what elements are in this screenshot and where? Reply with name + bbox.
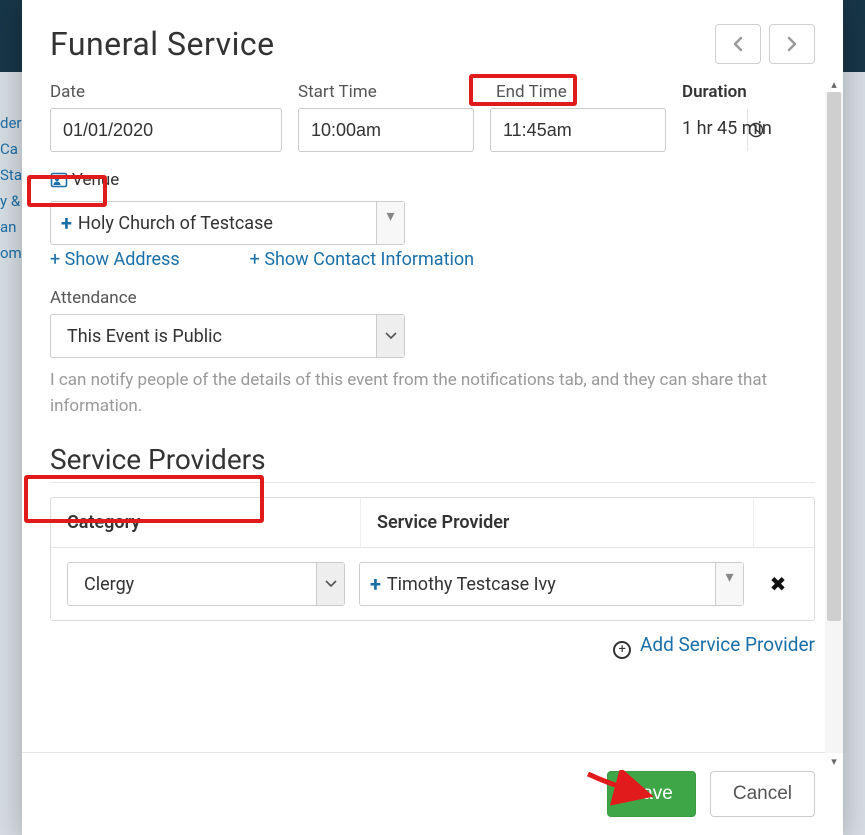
sp-provider-value: Timothy Testcase Ivy	[387, 574, 556, 595]
date-input[interactable]	[51, 109, 307, 151]
chevron-down-icon[interactable]	[376, 315, 404, 357]
nav-prev-button[interactable]	[715, 24, 761, 64]
venue-select[interactable]: + Holy Church of Testcase ▾	[50, 201, 405, 245]
plus-icon: +	[61, 211, 72, 235]
nav-next-button[interactable]	[769, 24, 815, 64]
attendance-label: Attendance	[50, 288, 405, 308]
modal-title: Funeral Service	[50, 25, 275, 63]
date-input-group[interactable]	[50, 108, 282, 152]
venue-label: Venue	[72, 170, 119, 190]
end-time-label: End Time	[490, 82, 666, 102]
venue-value: Holy Church of Testcase	[78, 213, 273, 234]
sp-category-select[interactable]: Clergy	[67, 562, 345, 606]
modal-footer: Save Cancel	[22, 752, 843, 835]
cancel-button[interactable]: Cancel	[710, 771, 815, 817]
sp-category-header: Category	[51, 498, 361, 547]
chevron-down-icon[interactable]: ▾	[376, 202, 404, 244]
table-row: Clergy + Timothy Testcase Ivy ▾ ✖	[51, 548, 814, 620]
duration-value: 1 hr 45 min	[682, 108, 815, 139]
show-contact-link[interactable]: + Show Contact Information	[250, 249, 474, 270]
chevron-left-icon	[732, 36, 744, 52]
venue-id-icon	[50, 171, 68, 189]
funeral-service-modal: Funeral Service Date	[22, 0, 843, 835]
sp-provider-select[interactable]: + Timothy Testcase Ivy ▾	[359, 562, 744, 606]
show-address-link[interactable]: + Show Address	[50, 249, 180, 270]
date-label: Date	[50, 82, 282, 102]
chevron-down-icon[interactable]	[316, 563, 344, 605]
start-time-input-group[interactable]	[298, 108, 474, 152]
plus-icon: +	[370, 572, 381, 596]
sp-provider-header: Service Provider	[361, 498, 754, 547]
modal-header: Funeral Service	[22, 0, 843, 72]
service-providers-heading: Service Providers	[50, 443, 815, 483]
sp-category-value: Clergy	[68, 563, 316, 605]
attendance-select[interactable]: This Event is Public	[50, 314, 405, 358]
chevron-right-icon	[786, 36, 798, 52]
chevron-down-icon[interactable]: ▾	[715, 563, 743, 605]
duration-label: Duration	[682, 82, 815, 102]
service-providers-table: Category Service Provider Clergy + Timoth…	[50, 497, 815, 621]
background-sidebar-fragment: der Ca Sta y & an om	[0, 110, 22, 310]
start-time-label: Start Time	[298, 82, 474, 102]
end-time-input-group[interactable]	[490, 108, 666, 152]
modal-body[interactable]: Date Start Time End Time	[22, 72, 843, 752]
save-button[interactable]: Save	[607, 771, 696, 817]
scrollbar[interactable]: ▴ ▾	[825, 92, 843, 753]
scroll-down-arrow[interactable]: ▾	[825, 753, 843, 769]
remove-provider-button[interactable]: ✖	[758, 572, 798, 596]
scrollbar-thumb[interactable]	[827, 92, 841, 621]
add-service-provider-link[interactable]: + Add Service Provider	[50, 633, 815, 659]
plus-circle-icon: +	[613, 641, 631, 659]
attendance-value: This Event is Public	[51, 315, 376, 357]
scroll-up-arrow[interactable]: ▴	[825, 76, 843, 92]
add-service-provider-label: Add Service Provider	[640, 633, 815, 656]
attendance-help-text: I can notify people of the details of th…	[50, 368, 815, 419]
